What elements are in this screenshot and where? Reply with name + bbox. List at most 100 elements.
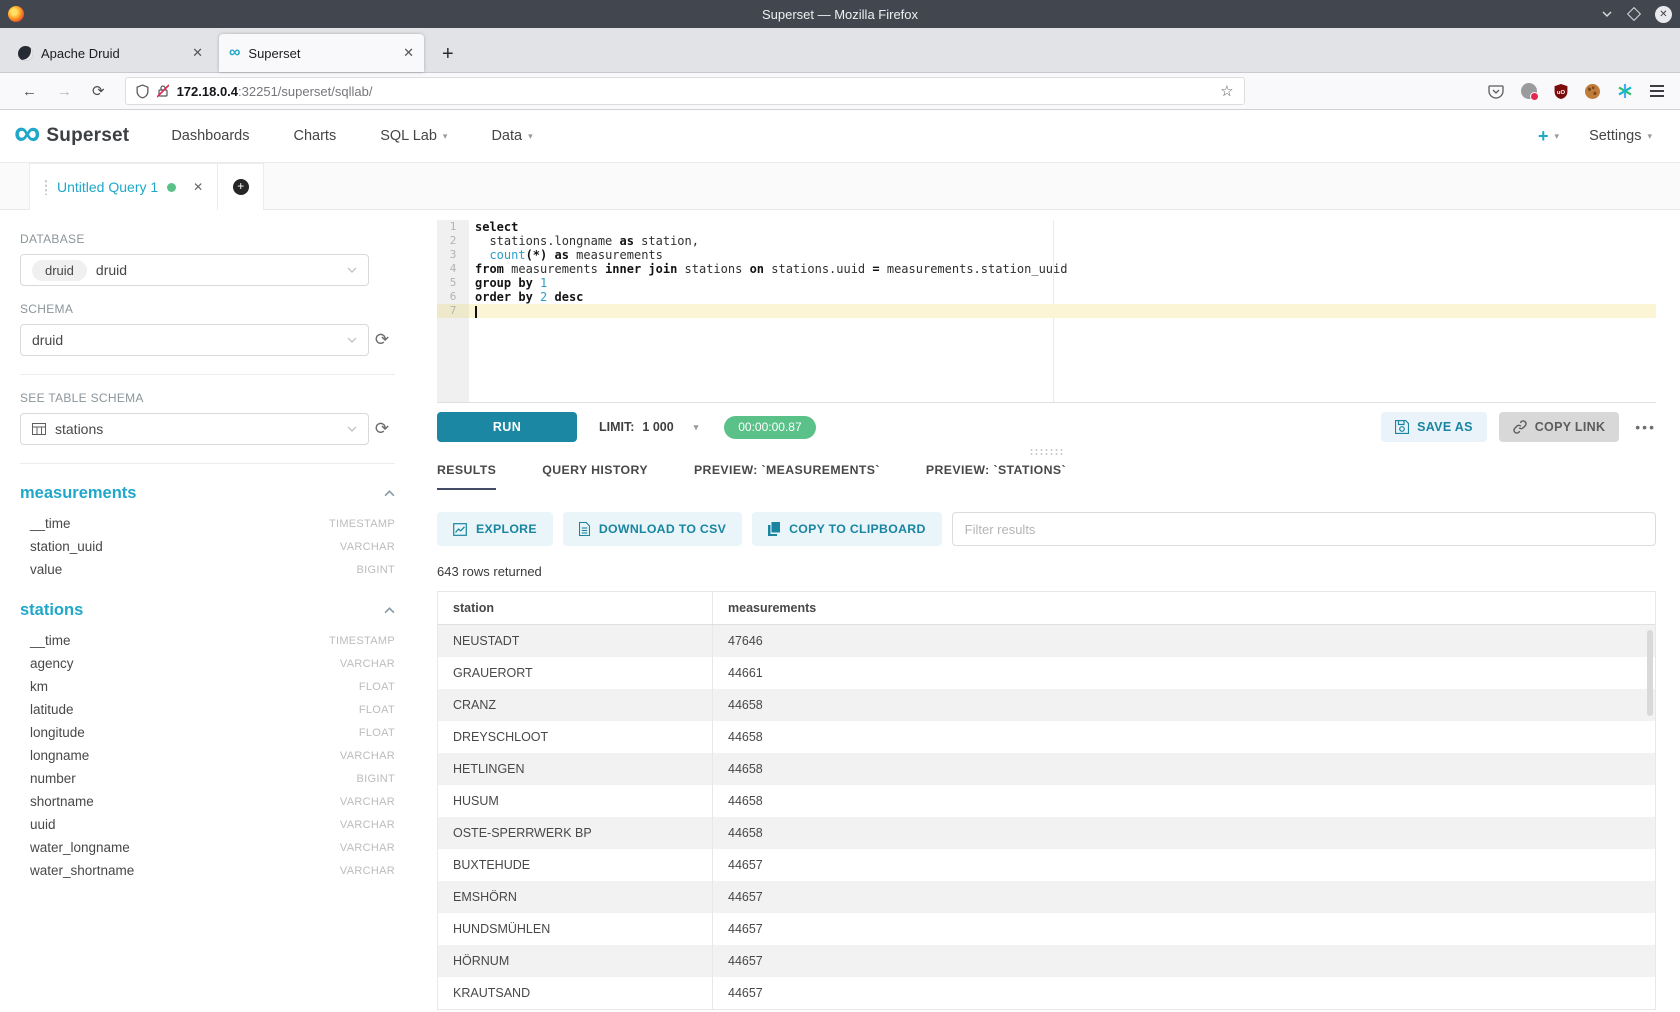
- tab-query-history[interactable]: QUERY HISTORY: [542, 463, 648, 490]
- superset-brand: Superset: [46, 125, 129, 147]
- superset-favicon: ∞: [229, 46, 240, 60]
- back-icon[interactable]: ←: [22, 83, 37, 100]
- table-row[interactable]: HÖRNUM44657: [438, 945, 1655, 977]
- chevron-down-icon: [347, 267, 357, 273]
- tab-close-icon[interactable]: ✕: [192, 45, 203, 61]
- add-new-button[interactable]: +▾: [1538, 126, 1559, 147]
- filter-results-input[interactable]: [952, 512, 1656, 546]
- sql-editor[interactable]: 1 2 3 4 5 6 7 select stations.longname a…: [437, 220, 1656, 403]
- window-maximize-icon[interactable]: [1627, 7, 1641, 21]
- table-row[interactable]: CRANZ44658: [438, 689, 1655, 721]
- editor-code-area[interactable]: select stations.longname as station, cou…: [469, 220, 1656, 402]
- settings-menu[interactable]: Settings▾: [1589, 128, 1652, 144]
- column-row: numberBIGINT: [20, 767, 395, 790]
- column-row: station_uuidVARCHAR: [20, 535, 395, 558]
- column-row: latitudeFLOAT: [20, 698, 395, 721]
- table-row[interactable]: HUSUM44658: [438, 785, 1655, 817]
- sparkle-extension-icon[interactable]: [1617, 83, 1633, 99]
- column-row: shortnameVARCHAR: [20, 790, 395, 813]
- results-table: station measurements NEUSTADT47646 GRAUE…: [437, 591, 1656, 1010]
- window-minimize-icon[interactable]: [1601, 10, 1613, 18]
- table-row[interactable]: HETLINGEN44658: [438, 753, 1655, 785]
- window-titlebar: Superset — Mozilla Firefox ✕: [0, 0, 1680, 28]
- column-row: uuidVARCHAR: [20, 813, 395, 836]
- table-row[interactable]: HUNDSMÜHLEN44657: [438, 913, 1655, 945]
- shield-icon[interactable]: [136, 84, 149, 99]
- query-tab-strip: Untitled Query 1 ✕ +: [0, 163, 1680, 210]
- query-tab-close-icon[interactable]: ✕: [193, 180, 203, 194]
- pane-resize-handle[interactable]: [437, 443, 1656, 459]
- superset-logo[interactable]: ∞ Superset: [14, 124, 129, 148]
- privacy-extension-icon[interactable]: [1521, 83, 1537, 99]
- url-path: :32251/superset/sqllab/: [238, 84, 372, 99]
- limit-dropdown[interactable]: LIMIT: 1 000 ▾: [599, 420, 698, 434]
- query-tab-active[interactable]: Untitled Query 1 ✕: [29, 163, 218, 210]
- column-row: longitudeFLOAT: [20, 721, 395, 744]
- table-row[interactable]: KRAUTSAND44657: [438, 977, 1655, 1009]
- tab-close-icon[interactable]: ✕: [403, 45, 414, 61]
- tab-preview-measurements[interactable]: PREVIEW: `MEASUREMENTS`: [694, 463, 880, 490]
- table-row[interactable]: GRAUERORT44661: [438, 657, 1655, 689]
- table-row[interactable]: EMSHÖRN44657: [438, 881, 1655, 913]
- database-tag: druid: [32, 260, 87, 281]
- browser-tab-superset[interactable]: ∞ Superset ✕: [219, 34, 424, 72]
- table-row[interactable]: DREYSCHLOOT44658: [438, 721, 1655, 753]
- insecure-lock-icon[interactable]: [157, 84, 169, 98]
- table-schema-label: SEE TABLE SCHEMA: [20, 391, 395, 405]
- schema-select[interactable]: druid: [20, 324, 369, 356]
- save-as-button[interactable]: SAVE AS: [1381, 412, 1487, 442]
- table-row[interactable]: BUXTEHUDE44657: [438, 849, 1655, 881]
- forward-icon[interactable]: →: [57, 83, 72, 100]
- tab-results[interactable]: RESULTS: [437, 463, 496, 490]
- copy-to-clipboard-button[interactable]: COPY TO CLIPBOARD: [752, 512, 942, 546]
- column-row: longnameVARCHAR: [20, 744, 395, 767]
- column-header-measurements[interactable]: measurements: [713, 592, 1655, 624]
- more-options-icon[interactable]: •••: [1635, 419, 1656, 435]
- table-section-stations[interactable]: stations: [20, 601, 83, 620]
- column-header-station[interactable]: station: [438, 592, 713, 624]
- nav-item-dashboards[interactable]: Dashboards: [171, 128, 249, 144]
- refresh-tables-icon[interactable]: ⟳: [369, 419, 395, 439]
- refresh-schemas-icon[interactable]: ⟳: [369, 330, 395, 350]
- download-csv-button[interactable]: DOWNLOAD TO CSV: [563, 512, 742, 546]
- table-row[interactable]: OSTE-SPERRWERK BP44658: [438, 817, 1655, 849]
- chevron-up-icon[interactable]: [384, 607, 395, 614]
- window-close-icon[interactable]: ✕: [1655, 6, 1672, 23]
- file-icon: [579, 522, 590, 536]
- tab-preview-stations[interactable]: PREVIEW: `STATIONS`: [926, 463, 1066, 490]
- chevron-down-icon: [347, 337, 357, 343]
- scrollbar-thumb[interactable]: [1647, 630, 1653, 716]
- table-section-measurements[interactable]: measurements: [20, 484, 136, 503]
- plus-circle-icon: +: [233, 179, 249, 195]
- bookmark-star-icon[interactable]: ☆: [1220, 82, 1233, 100]
- run-button[interactable]: RUN: [437, 412, 577, 442]
- ublock-icon[interactable]: uO: [1554, 84, 1568, 99]
- divider: [20, 374, 395, 375]
- nav-item-sqllab[interactable]: SQL Lab▾: [380, 128, 447, 144]
- results-table-header: station measurements: [438, 592, 1655, 625]
- chevron-up-icon[interactable]: [384, 490, 395, 497]
- reload-icon[interactable]: ⟳: [92, 82, 105, 100]
- nav-item-charts[interactable]: Charts: [294, 128, 337, 144]
- cookie-extension-icon[interactable]: [1585, 84, 1600, 99]
- table-icon: [32, 423, 46, 435]
- database-select[interactable]: druid druid: [20, 254, 369, 286]
- pocket-icon[interactable]: [1488, 83, 1504, 99]
- menu-hamburger-icon[interactable]: [1650, 82, 1664, 100]
- column-row: kmFLOAT: [20, 675, 395, 698]
- new-tab-button[interactable]: +: [442, 43, 454, 66]
- table-row[interactable]: NEUSTADT47646: [438, 625, 1655, 657]
- explore-button[interactable]: EXPLORE: [437, 512, 553, 546]
- drag-grip-icon[interactable]: [44, 179, 48, 195]
- table-select[interactable]: stations: [20, 413, 369, 445]
- table-value: stations: [55, 421, 103, 437]
- text-cursor: [475, 306, 477, 318]
- copy-link-button[interactable]: COPY LINK: [1499, 412, 1620, 442]
- column-row: agencyVARCHAR: [20, 652, 395, 675]
- url-field[interactable]: 172.18.0.4:32251/superset/sqllab/ ☆: [125, 77, 1245, 105]
- nav-item-data[interactable]: Data▾: [491, 128, 532, 144]
- browser-tab-apache-druid[interactable]: Apache Druid ✕: [8, 34, 213, 72]
- firefox-logo-icon: [8, 6, 24, 22]
- new-query-tab-button[interactable]: +: [218, 163, 264, 210]
- column-row: valueBIGINT: [20, 558, 395, 581]
